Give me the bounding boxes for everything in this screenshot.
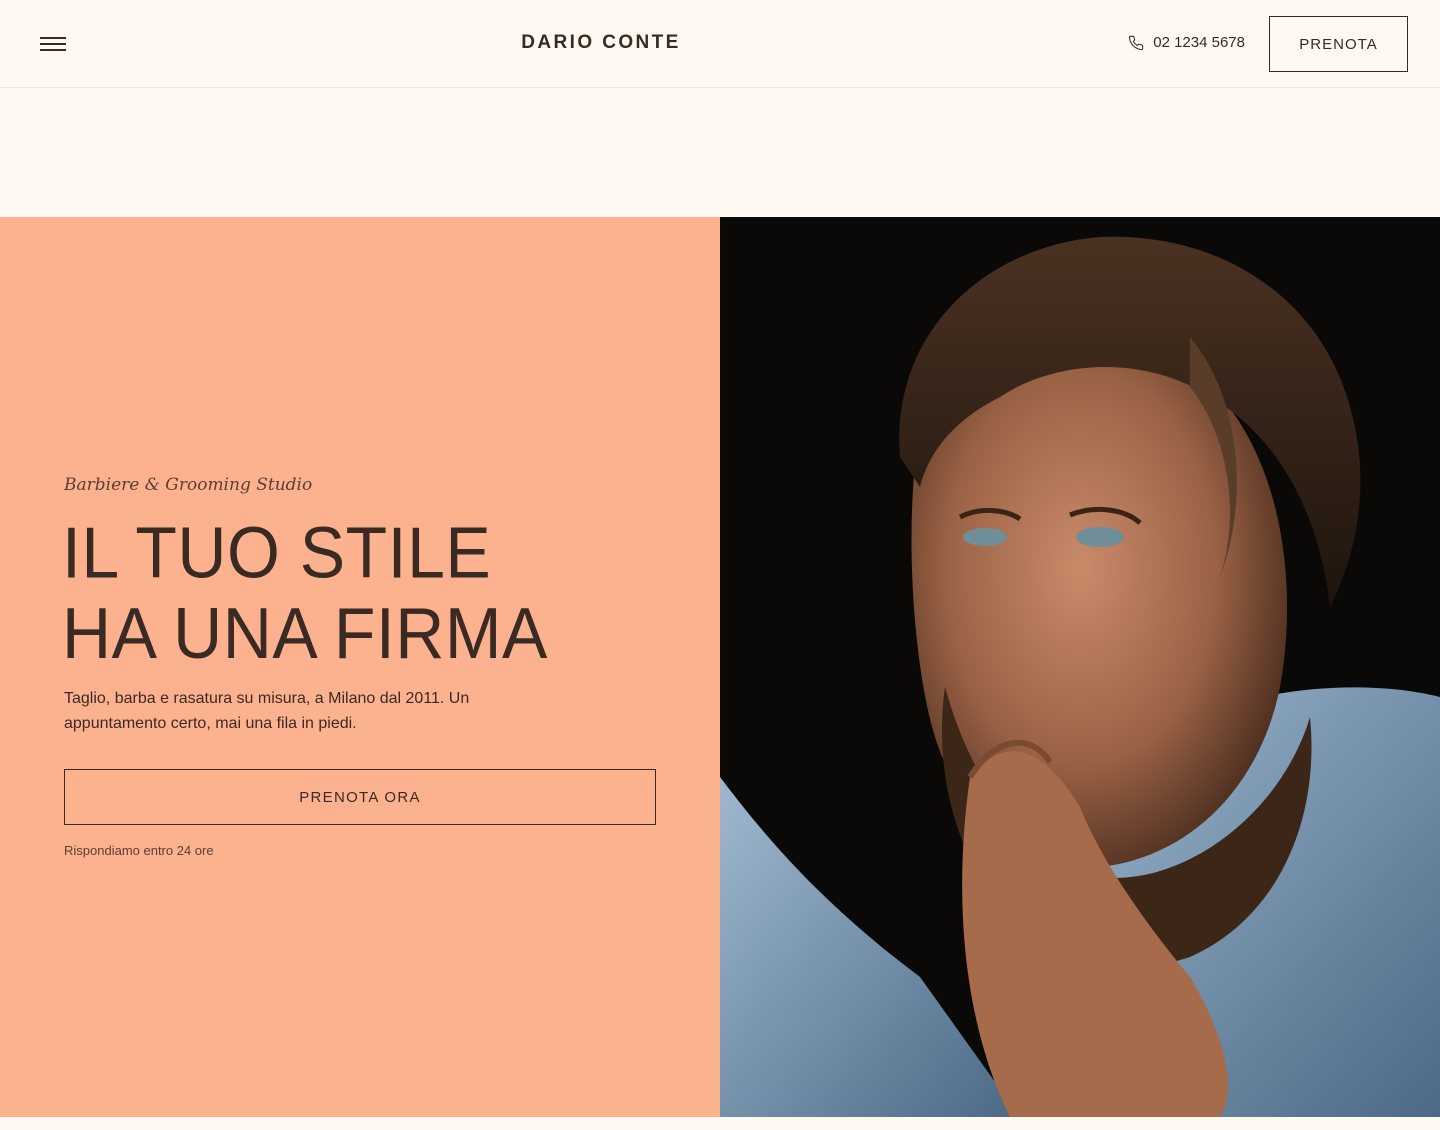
site-header: DARIO CONTE 02 1234 5678 PRENOTA (0, 0, 1440, 88)
phone-link[interactable]: 02 1234 5678 (1128, 34, 1245, 51)
hero-description: Taglio, barba e rasatura su misura, a Mi… (64, 690, 470, 732)
headline-line-1: IL TUO STILE (62, 513, 492, 594)
hero-headline: IL TUO STILE HA UNA FIRMA (62, 513, 548, 674)
hero-text-panel: Barbiere & Grooming Studio IL TUO STILE … (0, 217, 720, 1117)
book-now-button[interactable]: PRENOTA ORA (64, 769, 656, 825)
header-book-button[interactable]: PRENOTA (1269, 16, 1408, 72)
hero-eyebrow: Barbiere & Grooming Studio (64, 475, 313, 495)
phone-icon (1129, 35, 1144, 50)
hero-portrait-image (720, 217, 1440, 1117)
headline-line-2: HA UNA FIRMA (62, 593, 548, 675)
brand-logo[interactable]: DARIO CONTE (0, 32, 1202, 54)
phone-number: 02 1234 5678 (1153, 34, 1245, 51)
response-time-note: Rispondiamo entro 24 ore (64, 843, 214, 858)
